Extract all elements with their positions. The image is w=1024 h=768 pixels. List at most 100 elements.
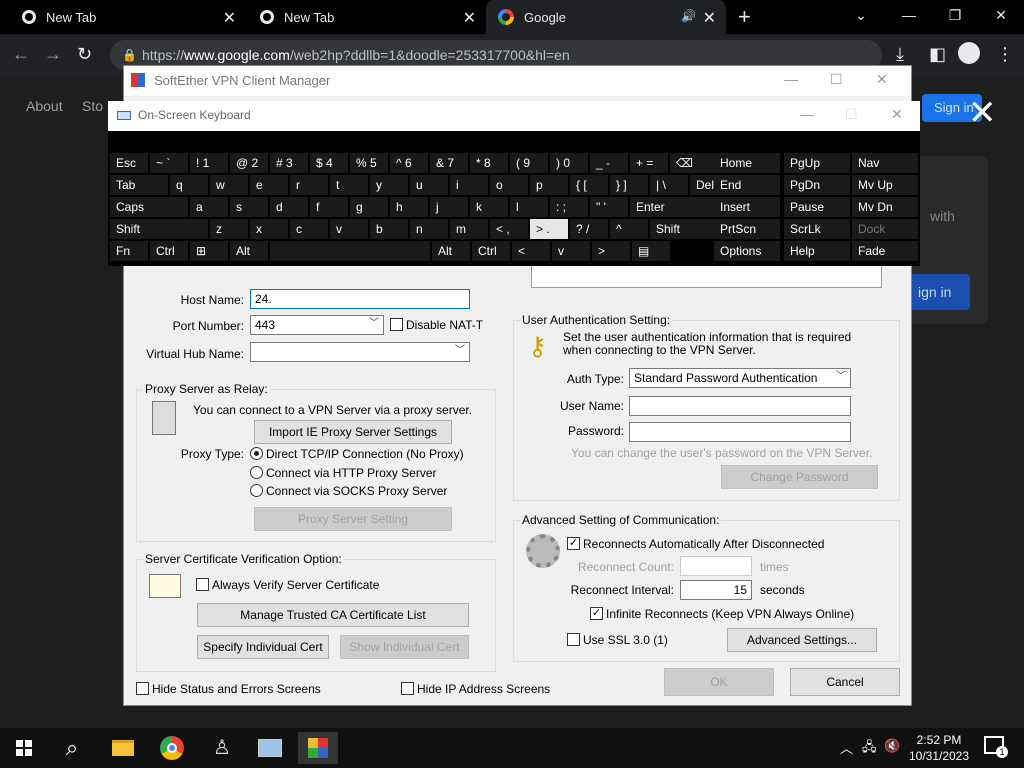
chevron-up-icon[interactable]: ︿ <box>840 738 853 757</box>
proxy-http-radio[interactable] <box>250 466 263 479</box>
forward-icon[interactable]: → <box>44 44 62 65</box>
osk-key[interactable]: t <box>330 175 368 195</box>
osk-key[interactable]: r <box>290 175 328 195</box>
osk-key[interactable]: Alt <box>432 241 470 261</box>
osk-key[interactable]: _ - <box>590 153 628 173</box>
windows-start-icon[interactable] <box>4 732 44 764</box>
browser-tab[interactable]: New Tab ✕ <box>0 0 246 34</box>
osk-key[interactable]: m <box>450 219 488 239</box>
osk-key[interactable]: s <box>230 197 268 217</box>
osk-key[interactable]: Esc <box>110 153 148 173</box>
host-name-input[interactable]: 24. <box>250 289 470 309</box>
osk-key[interactable]: f <box>310 197 348 217</box>
osk-key[interactable]: k <box>470 197 508 217</box>
osk-key[interactable]: Fn <box>110 241 148 261</box>
network-app-icon[interactable] <box>250 732 290 764</box>
osk-key[interactable]: g <box>350 197 388 217</box>
osk-key[interactable]: Ctrl <box>150 241 188 261</box>
hide-status-checkbox[interactable] <box>136 682 149 695</box>
store-link[interactable]: Sto <box>82 98 103 114</box>
osk-key[interactable]: c <box>290 219 328 239</box>
file-explorer-icon[interactable] <box>102 732 142 764</box>
side-panel-icon[interactable]: ◧ <box>929 44 946 65</box>
minimize-icon[interactable]: — <box>800 106 814 122</box>
close-icon[interactable]: ✕ <box>968 96 997 130</box>
osk-key[interactable]: ) 0 <box>550 153 588 173</box>
osk-nav-key[interactable]: Home <box>714 153 780 173</box>
close-icon[interactable]: ✕ <box>978 0 1024 34</box>
osk-key[interactable]: y <box>370 175 408 195</box>
restore-icon[interactable]: ❐ <box>932 0 978 34</box>
osk-key[interactable]: Tab <box>110 175 168 195</box>
osk-nav-key[interactable]: PgUp <box>784 153 850 173</box>
reconnect-interval-input[interactable]: 15 <box>680 580 752 600</box>
port-number-combo[interactable]: 443 ﹀ <box>250 315 384 335</box>
osk-nav-key[interactable]: Mv Up <box>852 175 918 195</box>
osk-nav-key[interactable]: Fade <box>852 241 918 261</box>
osk-key[interactable]: p <box>530 175 568 195</box>
proxy-server-setting-button[interactable]: Proxy Server Setting <box>254 507 452 531</box>
reconnect-auto-checkbox[interactable]: ✓ <box>567 537 580 550</box>
osk-key[interactable]: ( 9 <box>510 153 548 173</box>
minimize-icon[interactable]: — <box>886 0 932 34</box>
maximize-icon[interactable]: ☐ <box>830 71 843 88</box>
osk-nav-key[interactable]: Dock <box>852 219 918 239</box>
osk-key[interactable]: j <box>430 197 468 217</box>
menu-icon[interactable]: ⋮ <box>996 44 1014 65</box>
osk-key[interactable]: h <box>390 197 428 217</box>
back-icon[interactable]: ← <box>12 44 30 65</box>
ok-button[interactable]: OK <box>664 668 774 696</box>
proxy-direct-radio[interactable] <box>250 447 263 460</box>
osk-nav-key[interactable]: End <box>714 175 780 195</box>
osk-key[interactable]: + = <box>630 153 668 173</box>
osk-key[interactable]: < , <box>490 219 528 239</box>
osk-key[interactable]: { [ <box>570 175 608 195</box>
minimize-icon[interactable]: — <box>784 71 798 87</box>
osk-key[interactable]: n <box>410 219 448 239</box>
use-ssl-checkbox[interactable] <box>567 633 580 646</box>
osk-key[interactable]: @ 2 <box>230 153 268 173</box>
osk-key[interactable]: ^ <box>610 219 648 239</box>
osk-key[interactable]: # 3 <box>270 153 308 173</box>
osk-key[interactable]: > <box>592 241 630 261</box>
virtual-hub-combo[interactable]: ﹀ <box>250 342 470 362</box>
network-icon[interactable]: 🖧 <box>862 738 877 760</box>
osk-key[interactable]: % 5 <box>350 153 388 173</box>
import-ie-proxy-button[interactable]: Import IE Proxy Server Settings <box>254 420 452 444</box>
about-link[interactable]: About <box>26 98 63 114</box>
reload-icon[interactable]: ↻ <box>77 44 92 65</box>
osk-key[interactable]: o <box>490 175 528 195</box>
osk-key[interactable]: } ] <box>610 175 648 195</box>
close-icon[interactable]: ✕ <box>703 8 716 28</box>
close-icon[interactable]: ✕ <box>223 8 236 28</box>
user-name-input[interactable] <box>629 396 851 416</box>
keyboard-app-icon[interactable]: ♙ <box>202 732 242 764</box>
osk-key[interactable]: u <box>410 175 448 195</box>
osk-nav-key[interactable]: Options <box>714 241 780 261</box>
hide-ip-checkbox[interactable] <box>401 682 414 695</box>
osk-key[interactable]: Shift <box>110 219 208 239</box>
close-icon[interactable]: ✕ <box>876 71 888 88</box>
infinite-reconnect-checkbox[interactable]: ✓ <box>590 607 603 620</box>
proxy-socks-radio[interactable] <box>250 484 263 497</box>
osk-key[interactable]: Caps <box>110 197 188 217</box>
osk-key[interactable]: " ' <box>590 197 628 217</box>
osk-nav-key[interactable]: Pause <box>784 197 850 217</box>
osk-key[interactable]: ▤ <box>632 241 670 261</box>
osk-nav-key[interactable]: PrtScn <box>714 219 780 239</box>
osk-key[interactable]: w <box>210 175 248 195</box>
close-icon[interactable]: ✕ <box>463 8 476 28</box>
osk-key[interactable]: ? / <box>570 219 608 239</box>
osk-key[interactable]: d <box>270 197 308 217</box>
specify-individual-cert-button[interactable]: Specify Individual Cert <box>197 635 329 659</box>
change-password-button[interactable]: Change Password <box>721 465 878 489</box>
osk-nav-key[interactable]: Nav <box>852 153 918 173</box>
osk-key[interactable]: v <box>552 241 590 261</box>
download-icon[interactable]: ⤓ <box>896 44 904 65</box>
osk-key[interactable]: l <box>510 197 548 217</box>
card-sign-in-button[interactable]: ign in <box>912 274 970 310</box>
browser-tab[interactable]: New Tab ✕ <box>246 0 486 34</box>
osk-key[interactable]: $ 4 <box>310 153 348 173</box>
softether-taskbar-icon[interactable] <box>298 732 338 764</box>
osk-nav-key[interactable]: Help <box>784 241 850 261</box>
